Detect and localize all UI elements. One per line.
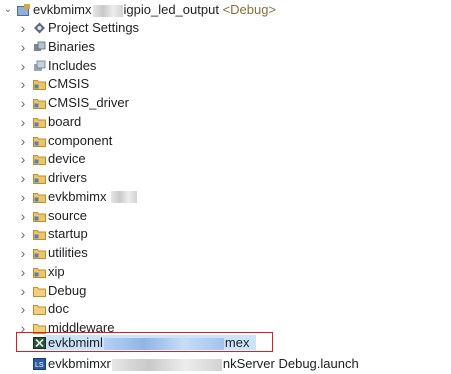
mex-file-icon <box>33 337 46 349</box>
includes-icon <box>34 60 46 71</box>
chevron-right-icon[interactable]: › <box>17 244 29 262</box>
tree-item-label: component <box>48 132 113 148</box>
tree-item-label: board <box>48 113 82 129</box>
tree-item-label: Includes <box>48 57 97 73</box>
tree-item-label: source <box>48 207 88 223</box>
file-name-prefix: evkbmiml <box>48 335 103 350</box>
redacted-text <box>111 190 137 203</box>
source-folder-icon <box>33 230 46 241</box>
tree-item-label: CMSIS_driver <box>48 95 129 110</box>
folder-icon <box>33 305 46 316</box>
tree-item-label: CMSIS <box>48 76 90 92</box>
source-folder-icon <box>33 136 46 147</box>
source-folder-icon <box>33 211 46 222</box>
chevron-right-icon[interactable]: › <box>17 57 29 75</box>
svg-text:LS: LS <box>35 362 44 369</box>
source-folder-icon <box>33 249 46 259</box>
chevron-right-icon[interactable]: › <box>17 94 29 112</box>
source-folder-icon <box>33 99 46 109</box>
chevron-right-icon[interactable]: › <box>17 38 29 56</box>
file-name-prefix: evkbmimxr <box>48 356 111 371</box>
source-folder-icon <box>33 155 46 166</box>
chevron-right-icon[interactable]: › <box>17 19 29 37</box>
source-folder-icon <box>33 80 46 91</box>
tree-item-label: Project Settings <box>48 20 140 35</box>
chevron-right-icon[interactable]: › <box>17 300 29 318</box>
redacted-text <box>103 337 224 350</box>
project-name-prefix: evkbmimx <box>33 2 92 17</box>
project-icon <box>17 4 30 16</box>
settings-icon <box>34 22 45 34</box>
folder-icon <box>33 286 46 297</box>
chevron-right-icon[interactable]: › <box>17 188 29 206</box>
tree-item-label: device <box>48 151 86 167</box>
tree-item-label: Binaries <box>48 38 95 54</box>
chevron-right-icon[interactable]: › <box>17 225 29 243</box>
chevron-right-icon[interactable]: › <box>17 169 29 187</box>
tree-item-label: xip <box>48 263 65 279</box>
tree-item-label: startup <box>48 226 88 242</box>
tree-item-label: evkbmimx <box>48 188 107 204</box>
tree-item-label: Debug <box>48 282 87 298</box>
chevron-right-icon[interactable]: › <box>17 113 29 131</box>
chevron-right-icon[interactable]: › <box>17 207 29 225</box>
redacted-text <box>111 358 222 371</box>
chevron-right-icon[interactable]: › <box>17 282 29 300</box>
tree-item-label: drivers <box>48 170 88 185</box>
project-explorer-tree: ⌄ evkbmimx igpio_led_output <Debug> › Proj… <box>0 0 451 374</box>
binaries-icon <box>34 41 46 51</box>
chevron-right-icon[interactable]: › <box>17 263 29 281</box>
project-name-suffix: igpio_led_output <box>123 2 219 17</box>
tree-item-label: utilities <box>48 245 88 260</box>
source-folder-icon <box>33 192 46 203</box>
build-config-label: <Debug> <box>222 2 277 17</box>
file-name-suffix: nkServer Debug.launch <box>222 356 359 371</box>
project-root[interactable]: ⌄ evkbmimx igpio_led_output <Debug> <box>0 1 451 19</box>
chevron-right-icon[interactable]: › <box>17 132 29 150</box>
chevron-down-icon[interactable]: ⌄ <box>2 1 14 19</box>
tree-item-label: doc <box>48 301 69 317</box>
redacted-text <box>92 4 123 17</box>
source-folder-icon <box>33 117 46 128</box>
chevron-right-icon[interactable]: › <box>17 150 29 168</box>
source-folder-icon <box>33 267 46 278</box>
chevron-right-icon[interactable]: › <box>17 75 29 93</box>
launch-file-icon: LS <box>33 358 46 370</box>
file-name-suffix: mex <box>224 335 250 350</box>
source-folder-icon <box>33 174 46 184</box>
